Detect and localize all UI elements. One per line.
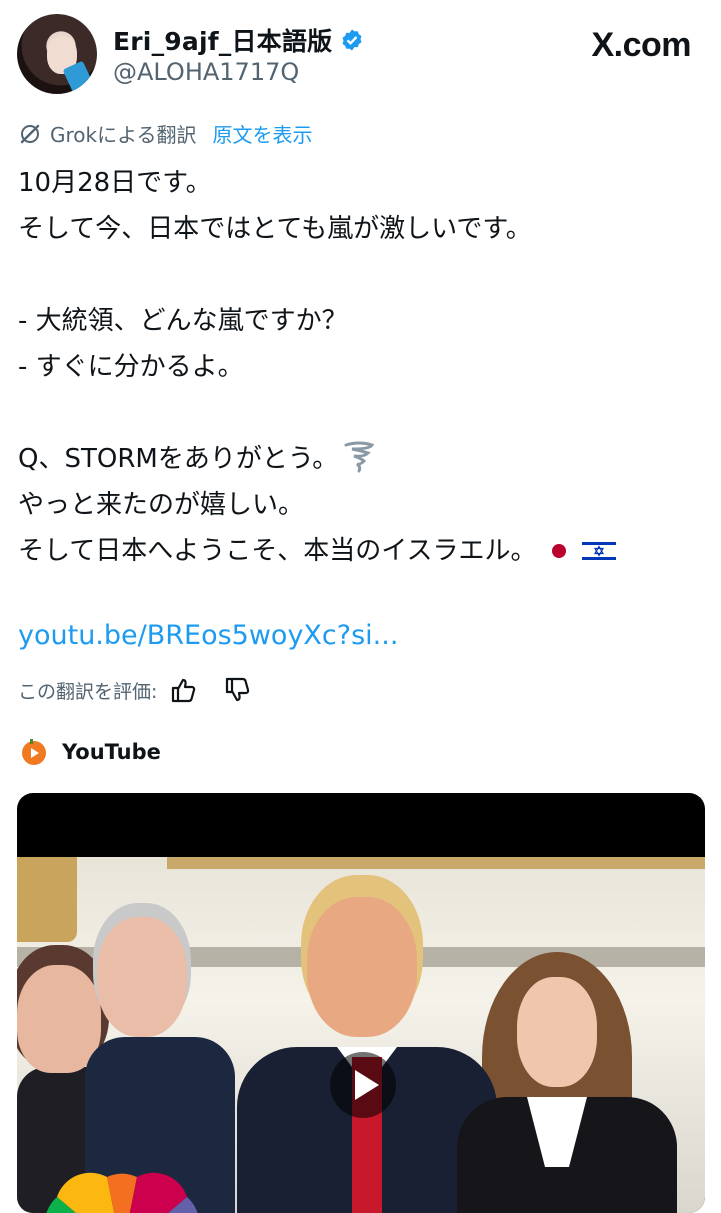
israel-flag-emoji [582, 539, 617, 563]
site-logo: X.com [591, 26, 691, 64]
tornado-emoji [344, 441, 375, 473]
grok-icon [20, 124, 40, 143]
person-head [17, 965, 101, 1073]
post-line-text: そして日本へようこそ、本当のイスラエル。 [18, 536, 537, 566]
person-head [307, 897, 417, 1037]
rate-translation-row: この翻訳を評価: [18, 676, 251, 704]
verified-badge-icon [342, 29, 362, 51]
video-card[interactable] [17, 793, 705, 1213]
japan-flag-emoji [542, 539, 577, 563]
play-icon[interactable] [330, 1052, 396, 1118]
post-text: 10月28日です。 そして今、日本ではとても嵐が激しいです。 - 大統領、どんな… [18, 160, 708, 574]
name-row: Eri_9ajf_日本語版 [113, 22, 364, 58]
video-thumbnail [17, 857, 705, 1213]
youtube-link[interactable]: youtu.be/BREos5woyXc?si... [18, 620, 398, 651]
grok-translation-label: Grokによる翻訳 [50, 123, 197, 147]
wall-cornice [167, 857, 705, 869]
translation-bar: Grokによる翻訳 原文を表示 [18, 119, 313, 148]
post-line-storm: Q、STORMをありがとう。 [18, 436, 708, 482]
post-line: - すぐに分かるよ。 [18, 352, 244, 382]
post-line-text: Q、STORMをありがとう。 [18, 444, 339, 474]
card-source-row[interactable]: YouTube [18, 738, 161, 766]
show-original-link[interactable]: 原文を表示 [213, 119, 313, 148]
nbc-peacock-logo [46, 1172, 198, 1213]
person-head [97, 917, 187, 1037]
thumbs-down-icon[interactable] [223, 676, 251, 704]
post-line: - 大統領、どんな嵐ですか？ [18, 306, 348, 336]
post-line-welcome: そして日本へようこそ、本当のイスラエル。 [18, 528, 708, 574]
user-handle[interactable]: @ALOHA1717Q [113, 58, 299, 86]
post-line: やっと来たのが嬉しい。 [18, 490, 305, 520]
thumbs-up-icon[interactable] [169, 676, 197, 704]
post-line: 10月28日です。 [18, 168, 212, 198]
wall-ornament [17, 857, 77, 942]
youtube-icon [22, 739, 46, 765]
post-line: そして今、日本ではとても嵐が激しいです。 [18, 214, 532, 244]
display-name[interactable]: Eri_9ajf_日本語版 [113, 22, 332, 58]
person-head [517, 977, 597, 1087]
card-source-name: YouTube [62, 740, 161, 764]
rate-translation-label: この翻訳を評価: [18, 680, 158, 703]
post-header: Eri_9ajf_日本語版 @ALOHA1717Q X.com [0, 0, 721, 110]
user-avatar[interactable] [17, 14, 97, 94]
